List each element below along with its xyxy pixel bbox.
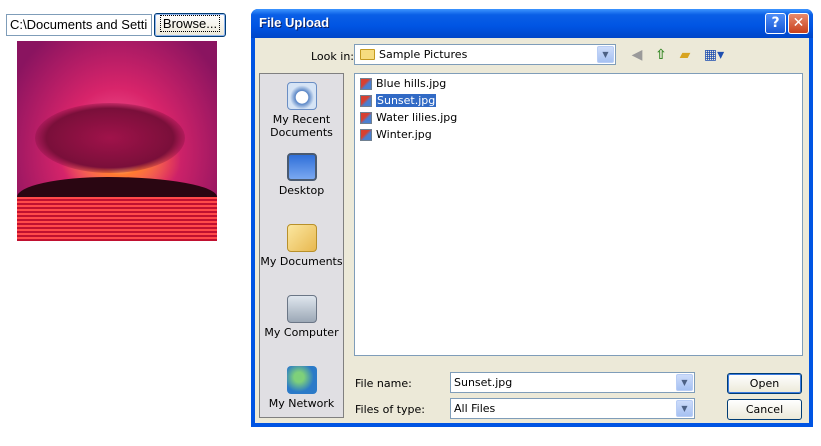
file-type-label: Files of type: [355, 403, 426, 416]
open-button[interactable]: Open [727, 373, 802, 394]
close-button[interactable]: ✕ [788, 13, 809, 34]
help-button[interactable]: ? [765, 13, 786, 34]
new-folder-icon[interactable]: ▰ [675, 45, 695, 65]
my-computer-icon [286, 295, 317, 323]
file-name: Blue hills.jpg [376, 77, 447, 90]
sunset-hills [17, 177, 217, 199]
chevron-down-icon[interactable]: ▼ [597, 46, 614, 63]
jpeg-file-icon [360, 112, 372, 124]
file-name: Winter.jpg [376, 128, 432, 141]
up-one-level-icon[interactable]: ⇧ [651, 45, 671, 65]
sunset-cloud [35, 103, 185, 173]
file-upload-dialog: File Upload ? ✕ Look in: Sample Pictures… [251, 9, 813, 427]
place-my-network[interactable]: My Network [260, 366, 343, 410]
dialog-titlebar[interactable]: File Upload ? ✕ [251, 9, 813, 38]
file-item[interactable]: Winter.jpg [358, 127, 434, 143]
cancel-button[interactable]: Cancel [727, 399, 802, 420]
jpeg-file-icon [360, 129, 372, 141]
look-in-label: Look in: [311, 50, 354, 63]
place-my-computer[interactable]: My Computer [260, 295, 343, 339]
look-in-value: Sample Pictures [379, 48, 468, 61]
dialog-client-area: Look in: Sample Pictures ▼ ◀ ⇧ ▰ ▦▾ My R… [255, 38, 809, 423]
chevron-down-icon[interactable]: ▼ [676, 400, 693, 417]
place-my-recent-documents[interactable]: My Recent Documents [260, 82, 343, 139]
browse-button[interactable]: Browse... [154, 13, 226, 37]
places-bar: My Recent Documents Desktop My Documents… [259, 73, 344, 418]
file-list[interactable]: Blue hills.jpg Sunset.jpg Water lilies.j… [354, 73, 803, 356]
views-menu-icon[interactable]: ▦▾ [701, 45, 727, 65]
file-type-value: All Files [454, 402, 496, 415]
file-name-value: Sunset.jpg [454, 376, 513, 389]
place-my-documents[interactable]: My Documents [260, 224, 343, 268]
file-name-label: File name: [355, 377, 412, 390]
place-label: My Recent Documents [270, 113, 333, 139]
place-label: My Network [268, 397, 335, 410]
file-name-field[interactable]: Sunset.jpg ▼ [450, 372, 695, 393]
file-name: Water lilies.jpg [376, 111, 458, 124]
place-desktop[interactable]: Desktop [260, 153, 343, 197]
back-icon[interactable]: ◀ [627, 45, 647, 65]
sunset-water [17, 197, 217, 241]
my-network-icon [286, 366, 317, 394]
file-item[interactable]: Water lilies.jpg [358, 110, 459, 126]
jpeg-file-icon [360, 78, 372, 90]
jpeg-file-icon [360, 95, 372, 107]
look-in-dropdown[interactable]: Sample Pictures ▼ [354, 44, 616, 65]
desktop-icon [286, 153, 317, 181]
file-item[interactable]: Blue hills.jpg [358, 76, 448, 92]
file-name: Sunset.jpg [376, 94, 437, 107]
my-documents-icon [286, 224, 317, 252]
place-label: Desktop [278, 184, 325, 197]
file-item-selected[interactable]: Sunset.jpg [358, 93, 438, 109]
browse-button-label: Browse... [159, 15, 221, 32]
file-type-dropdown[interactable]: All Files ▼ [450, 398, 695, 419]
dialog-title: File Upload [259, 15, 330, 30]
recent-documents-icon [286, 82, 317, 110]
sunset-preview-image [17, 41, 217, 241]
folder-icon [360, 49, 375, 60]
file-path-input[interactable]: C:\Documents and Setti [6, 14, 152, 36]
place-label: My Documents [260, 255, 343, 268]
place-label: My Computer [264, 326, 339, 339]
chevron-down-icon[interactable]: ▼ [676, 374, 693, 391]
